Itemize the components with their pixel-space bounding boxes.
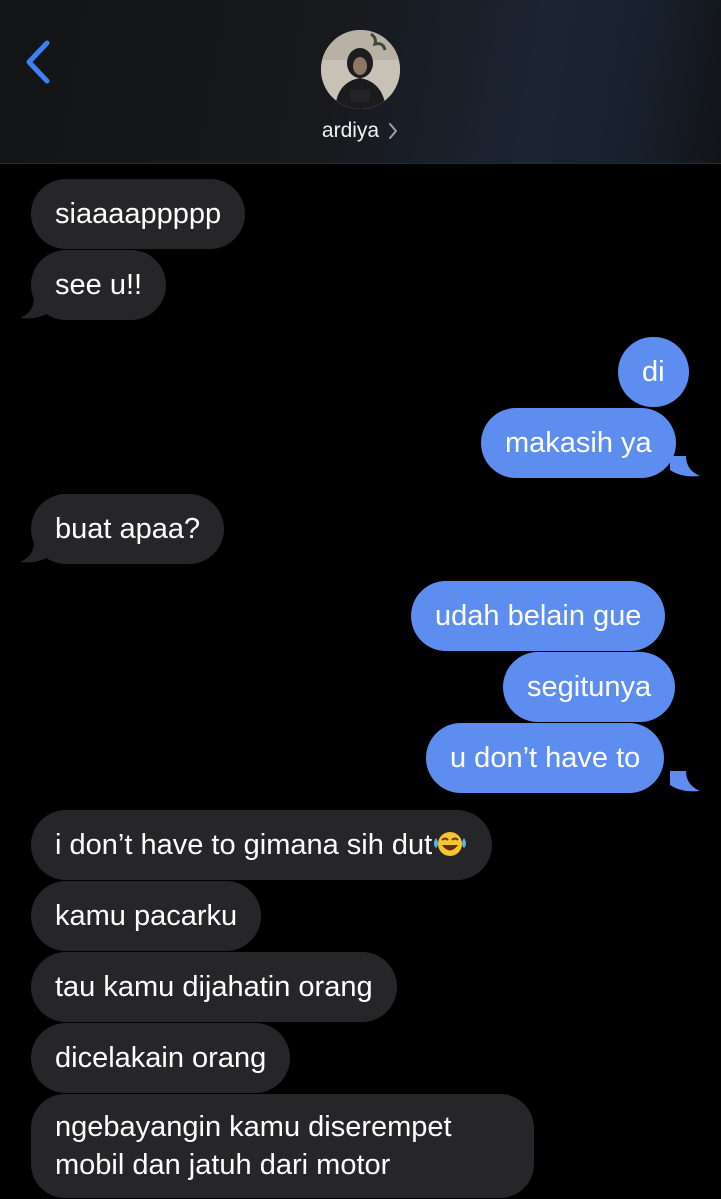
contact-name-row[interactable]: ardiya	[0, 116, 721, 146]
message-text: see u!!	[55, 269, 143, 301]
message-text: udah belain gue	[435, 600, 642, 632]
chevron-right-icon	[389, 123, 398, 139]
message-text: u don’t have to	[450, 742, 641, 774]
message-bubble[interactable]: segitunya	[503, 652, 676, 722]
bubble-tail	[20, 542, 50, 563]
message-text: makasih ya	[505, 427, 652, 459]
message-text: buat apaa?	[55, 513, 201, 545]
message-text: di	[642, 356, 665, 388]
message-bubble[interactable]: u don’t have to	[426, 723, 665, 793]
message-bubble[interactable]: kamu pacarku	[31, 881, 262, 951]
bubble-tail	[670, 771, 700, 792]
message-bubble[interactable]: see u!!	[31, 250, 167, 320]
message-bubble[interactable]: tau kamu dijahatin orang	[31, 952, 397, 1022]
message-text: i don’t have to gimana sih dut	[55, 829, 433, 861]
message-text: dicelakain orang	[55, 1042, 267, 1074]
bubble-tail	[20, 298, 50, 319]
back-button[interactable]	[18, 36, 58, 88]
message-text: siaaaappppp	[55, 198, 222, 230]
contact-name: ardiya	[321, 119, 380, 142]
contact-avatar[interactable]	[321, 30, 400, 109]
chat-header: ardiya	[0, 0, 721, 164]
message-text: ngebayangin kamu diserempet mobil dan ja…	[55, 1111, 452, 1181]
chevron-left-icon	[26, 40, 50, 84]
message-bubble[interactable]: udah belain gue	[411, 581, 666, 651]
message-bubble[interactable]: di	[618, 337, 689, 407]
message-bubble[interactable]: makasih ya	[481, 408, 676, 478]
avatar-photo	[321, 30, 400, 109]
tears-of-joy-emoji	[434, 832, 467, 857]
message-text: tau kamu dijahatin orang	[55, 971, 373, 1003]
message-text: kamu pacarku	[55, 900, 238, 932]
bubble-tail	[670, 456, 700, 477]
message-bubble[interactable]: siaaaappppp	[31, 179, 246, 249]
message-bubble[interactable]: i don’t have to gimana sih dut	[31, 810, 493, 880]
message-bubble[interactable]: dicelakain orang	[31, 1023, 291, 1093]
message-text: segitunya	[527, 671, 652, 703]
message-bubble[interactable]: buat apaa?	[31, 494, 225, 564]
message-bubble[interactable]: ngebayangin kamu diserempet mobil dan ja…	[31, 1094, 534, 1198]
